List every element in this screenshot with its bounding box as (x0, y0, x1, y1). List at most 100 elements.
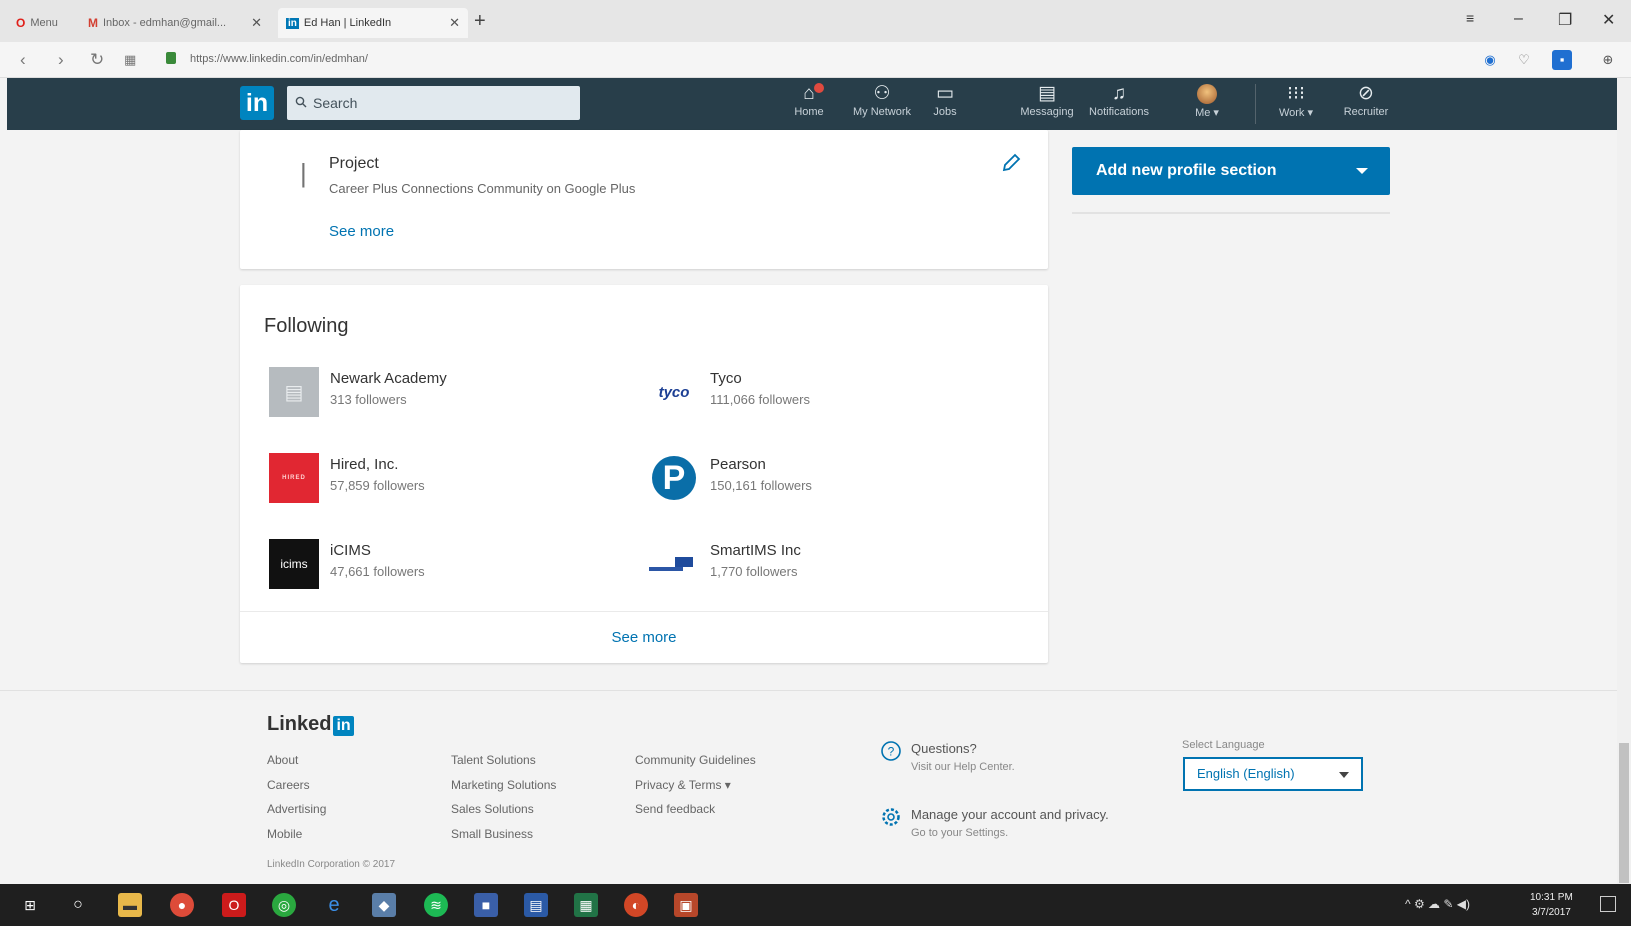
nav-work[interactable]: ⁝⁝⁝ Work ▾ (1264, 82, 1328, 119)
opera-icon: O (16, 16, 26, 30)
avatar (1197, 84, 1217, 104)
questions-title: Questions? (911, 741, 977, 756)
tab-menu-icon[interactable]: ≡ (1466, 10, 1474, 26)
app-icon[interactable]: ◎ (272, 893, 296, 917)
smartims-logo (649, 539, 699, 589)
project-title: Project (329, 155, 379, 172)
opera-icon[interactable]: O (222, 893, 246, 917)
nav-recruiter[interactable]: ⊘ Recruiter (1334, 82, 1398, 118)
footer-link-careers[interactable]: Careers (267, 778, 310, 792)
tyco-logo: tyco (658, 383, 690, 401)
back-button[interactable]: ‹ (20, 50, 26, 70)
windows-start-icon[interactable]: ⊞ (18, 893, 42, 917)
close-icon[interactable]: ✕ (251, 15, 262, 31)
footer-link-mobile[interactable]: Mobile (267, 827, 302, 841)
following-item[interactable]: tyco Tyco 111,066 followers (649, 367, 1009, 417)
following-heading: Following (264, 315, 349, 337)
footer-link-marketing-solutions[interactable]: Marketing Solutions (451, 778, 556, 792)
footer-link-community-guidelines[interactable]: Community Guidelines (635, 753, 756, 767)
footer-link-about[interactable]: About (267, 753, 298, 767)
tab-opera-menu[interactable]: O Menu (8, 8, 72, 38)
powerpoint-icon[interactable]: ▣ (674, 893, 698, 917)
briefcase-icon: ▭ (936, 83, 954, 104)
settings-link[interactable]: Go to your Settings. (911, 827, 1008, 839)
app-icon[interactable]: ■ (474, 893, 498, 917)
following-item[interactable]: icims iCIMS 47,661 followers (269, 539, 629, 589)
download-icon[interactable]: ⊕ (1598, 50, 1618, 70)
language-select[interactable]: English (English) (1183, 757, 1363, 791)
search-icon[interactable]: ○ (66, 893, 90, 917)
nav-jobs[interactable]: ▭ Jobs (913, 82, 977, 118)
taskbar-clock[interactable]: 10:31 PM 3/7/2017 (1530, 890, 1573, 920)
following-item[interactable]: HIRED Hired, Inc. 57,859 followers (269, 453, 629, 503)
linkedin-global-nav: in Search ⌂ Home ⚇ My Network ▭ Jobs ▤ M… (7, 78, 1624, 130)
system-tray-icons[interactable]: ^ ⚙ ☁ ✎ ◀) (1405, 897, 1470, 911)
close-icon[interactable]: ✕ (449, 15, 460, 31)
footer-link-advertising[interactable]: Advertising (267, 802, 326, 816)
scrollbar-thumb[interactable] (1619, 743, 1629, 883)
adblock-icon[interactable]: ◉ (1480, 50, 1500, 70)
following-item[interactable]: ▤ Newark Academy 313 followers (269, 367, 629, 417)
word-icon[interactable]: ▤ (524, 893, 548, 917)
footer-link-talent-solutions[interactable]: Talent Solutions (451, 753, 536, 767)
page-scrollbar[interactable] (1617, 78, 1631, 884)
project-marker: | (300, 158, 307, 188)
nav-me[interactable]: Me ▾ (1175, 82, 1239, 119)
nav-notifications[interactable]: ♫ Notifications (1087, 82, 1151, 118)
minimize-button[interactable]: – (1514, 10, 1523, 28)
nav-divider (1255, 84, 1256, 124)
linkedin-icon: in (286, 17, 299, 29)
new-tab-button[interactable]: + (474, 10, 486, 33)
caret-down-icon (1356, 168, 1368, 174)
search-icon (295, 96, 307, 108)
nav-home[interactable]: ⌂ Home (777, 82, 841, 118)
restore-button[interactable]: ❐ (1558, 10, 1572, 30)
action-center-icon[interactable] (1600, 896, 1616, 912)
spotify-icon[interactable]: ≋ (424, 893, 448, 917)
nav-my-network[interactable]: ⚇ My Network (850, 82, 914, 118)
browser-tab-bar: O Menu M Inbox - edmhan@gmail... ✕ in Ed… (0, 0, 1631, 42)
linkedin-logo[interactable]: in (240, 86, 274, 120)
footer-linkedin-logo: Linked in (267, 713, 354, 736)
footer-link-privacy-terms[interactable]: Privacy & Terms ▾ (635, 778, 731, 792)
footer-link-send-feedback[interactable]: Send feedback (635, 802, 715, 816)
home-icon: ⌂ (803, 83, 815, 104)
chrome-icon[interactable]: ● (170, 893, 194, 917)
address-bar: ‹ › ↻ ▦ https://www.linkedin.com/in/edmh… (0, 42, 1631, 78)
heart-icon[interactable]: ♡ (1514, 50, 1534, 70)
footer-link-sales-solutions[interactable]: Sales Solutions (451, 802, 534, 816)
app-icon[interactable]: ◆ (372, 893, 396, 917)
close-window-button[interactable]: ✕ (1602, 10, 1615, 30)
footer-link-small-business[interactable]: Small Business (451, 827, 533, 841)
manage-account-title: Manage your account and privacy. (911, 807, 1109, 822)
following-see-more-link[interactable]: See more (240, 629, 1048, 646)
nav-messaging[interactable]: ▤ Messaging (1015, 82, 1079, 118)
reload-button[interactable]: ↻ (90, 50, 104, 70)
help-center-link[interactable]: Visit our Help Center. (911, 761, 1015, 773)
app-icon[interactable]: ◐ (624, 893, 648, 917)
tab-label: Inbox - edmhan@gmail... (103, 17, 227, 29)
add-profile-section-button[interactable]: Add new profile section (1072, 147, 1390, 195)
file-explorer-icon[interactable]: ▬ (118, 893, 142, 917)
edge-icon[interactable]: e (322, 893, 346, 917)
project-see-more-link[interactable]: See more (329, 223, 394, 240)
extension-icon[interactable]: ▪ (1552, 50, 1572, 70)
icims-logo: icims (269, 539, 319, 589)
following-item[interactable]: SmartIMS Inc 1,770 followers (649, 539, 1009, 589)
url-input[interactable]: https://www.linkedin.com/in/edmhan/ (190, 53, 368, 65)
forward-button[interactable]: › (58, 50, 64, 70)
windows-taskbar: ⊞ ○ ▬ ● O ◎ e ◆ ≋ ■ ▤ ▦ ◐ ▣ ^ ⚙ ☁ ✎ ◀) 1… (0, 884, 1631, 926)
tab-linkedin-profile[interactable]: in Ed Han | LinkedIn ✕ (278, 8, 468, 38)
tab-gmail-inbox[interactable]: M Inbox - edmhan@gmail... ✕ (80, 8, 270, 38)
pencil-icon[interactable] (1000, 152, 1022, 174)
search-input[interactable]: Search (287, 86, 580, 120)
following-item[interactable]: P Pearson 150,161 followers (649, 453, 1009, 503)
following-card: Following ▤ Newark Academy 313 followers… (240, 285, 1048, 663)
copyright: LinkedIn Corporation © 2017 (267, 859, 396, 870)
accomplishments-project-card: | Project Career Plus Connections Commun… (240, 130, 1048, 269)
caret-down-icon (1339, 772, 1349, 778)
footer: Linked in About Careers Advertising Mobil… (0, 690, 1617, 884)
grid-icon: ⁝⁝⁝ (1286, 83, 1306, 104)
excel-icon[interactable]: ▦ (574, 893, 598, 917)
speed-dial-icon[interactable]: ▦ (124, 52, 136, 68)
